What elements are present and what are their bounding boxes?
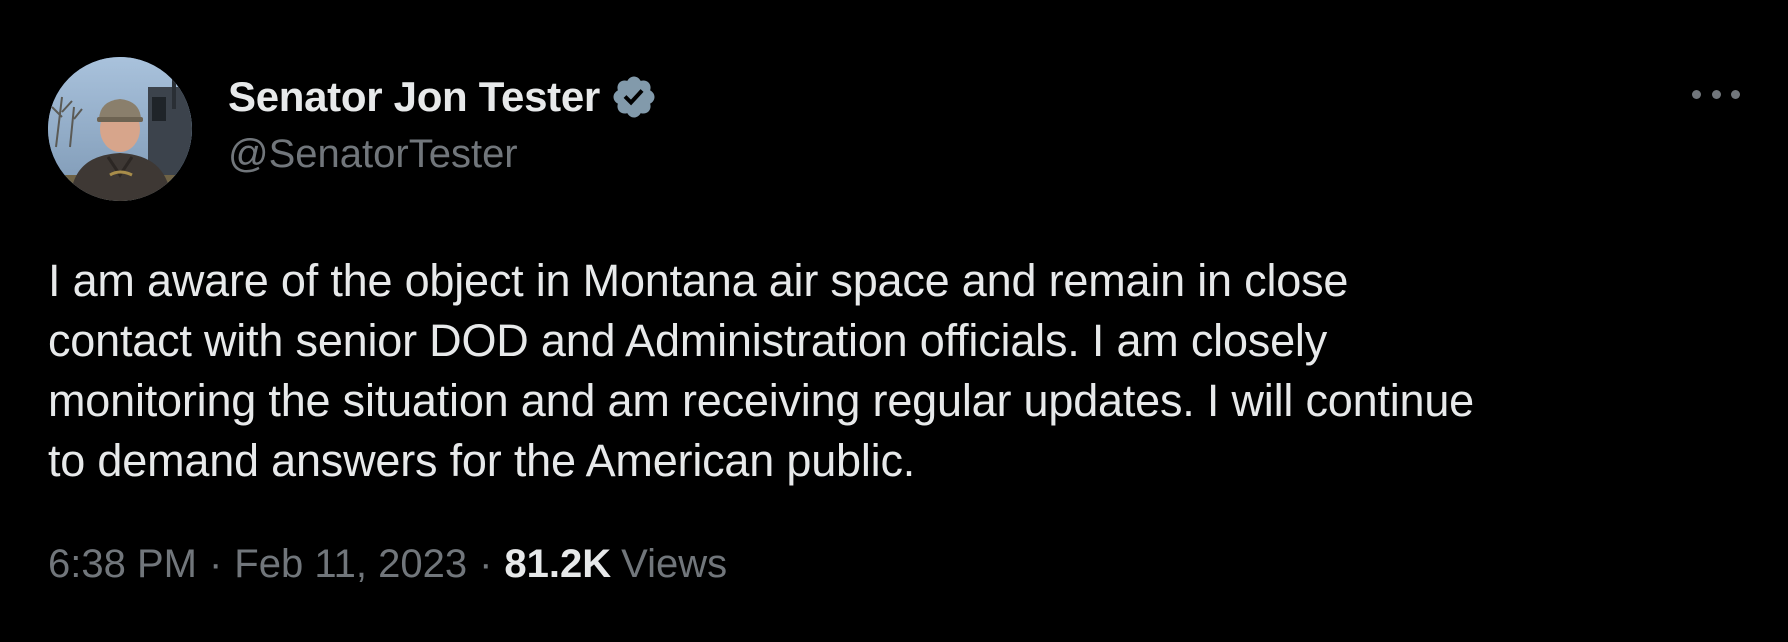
views-count[interactable]: 81.2K xyxy=(504,542,611,587)
views-label[interactable]: Views xyxy=(621,542,727,587)
more-options-icon[interactable] xyxy=(1692,82,1740,106)
more-dot xyxy=(1711,89,1721,99)
tweet-card: Senator Jon Tester @SenatorTester I am a… xyxy=(0,0,1788,642)
tweet-text: I am aware of the object in Montana air … xyxy=(48,255,1475,486)
profile-photo-icon xyxy=(48,57,192,201)
author-display-name[interactable]: Senator Jon Tester xyxy=(228,73,600,121)
tweet-meta: 6:38 PM · Feb 11, 2023 · 81.2K Views xyxy=(48,542,727,587)
tweet-date[interactable]: Feb 11, 2023 xyxy=(234,542,467,587)
author-name-row[interactable]: Senator Jon Tester xyxy=(228,72,658,122)
meta-separator: · xyxy=(208,542,223,586)
more-dot xyxy=(1731,89,1740,99)
author-handle[interactable]: @SenatorTester xyxy=(228,132,518,177)
more-dot xyxy=(1692,89,1701,99)
avatar[interactable] xyxy=(48,57,192,201)
verified-badge-icon[interactable] xyxy=(610,73,658,121)
tweet-time[interactable]: 6:38 PM xyxy=(48,542,197,587)
meta-separator: · xyxy=(479,542,493,586)
